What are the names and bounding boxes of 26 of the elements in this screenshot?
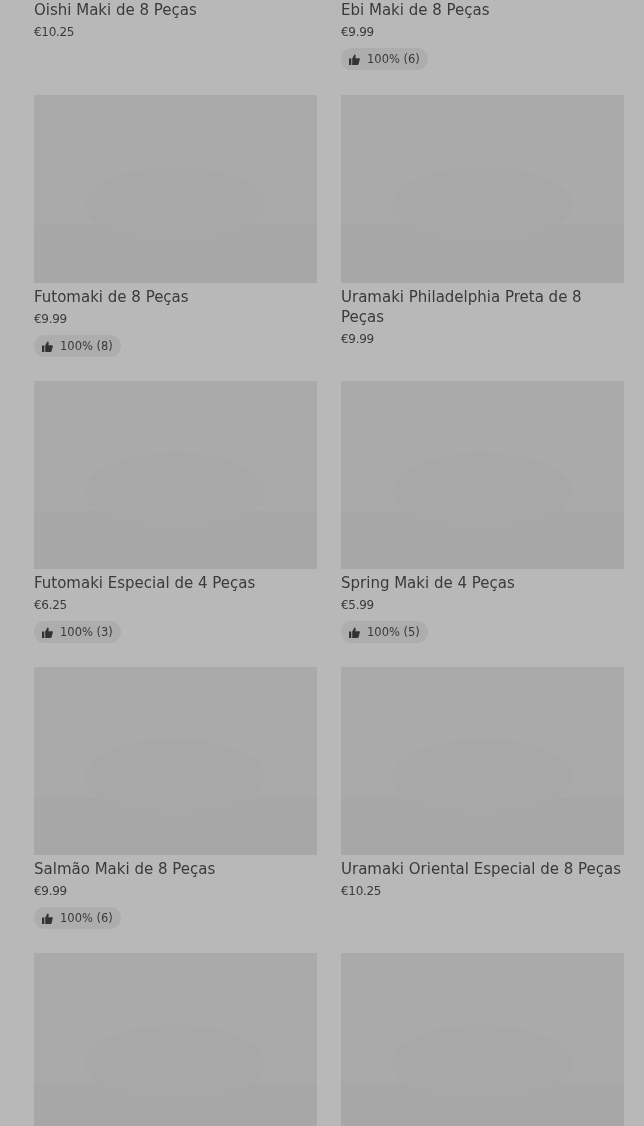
product-title[interactable]: Salmão Maki de 8 Peças [34, 859, 216, 879]
product-price: €9.99 [341, 24, 374, 41]
product-title[interactable]: Ebi Maki de 8 Peças [341, 0, 490, 20]
rating-text: 100% (5) [367, 625, 420, 639]
thumbs-up-icon [349, 53, 360, 65]
product-price: €10.25 [341, 883, 382, 900]
rating-text: 100% (6) [367, 52, 420, 66]
product-price: €10.25 [34, 24, 75, 41]
product-title[interactable]: Futomaki Especial de 4 Peças [34, 573, 256, 593]
product-price: €9.99 [341, 331, 374, 348]
product-title[interactable]: Oishi Maki de 8 Peças [34, 0, 197, 20]
product-title[interactable]: Futomaki de 8 Peças [34, 287, 189, 307]
product-title[interactable]: Spring Maki de 4 Peças [341, 573, 515, 593]
thumbs-up-icon [42, 626, 53, 638]
product-title[interactable]: Uramaki Oriental Especial de 8 Peças [341, 859, 622, 879]
rating-text: 100% (6) [60, 911, 113, 925]
thumbs-up-icon [42, 340, 53, 352]
thumbs-up-icon [42, 912, 53, 924]
thumbs-up-icon [349, 626, 360, 638]
rating-text: 100% (3) [60, 625, 113, 639]
rating-text: 100% (8) [60, 339, 113, 353]
product-price: €9.99 [34, 883, 67, 900]
product-price: €6.25 [34, 597, 67, 614]
product-title[interactable]: Uramaki Philadelphia Preta de 8 Peças [341, 287, 624, 327]
product-price: €9.99 [34, 311, 67, 328]
product-price: €5.99 [341, 597, 374, 614]
